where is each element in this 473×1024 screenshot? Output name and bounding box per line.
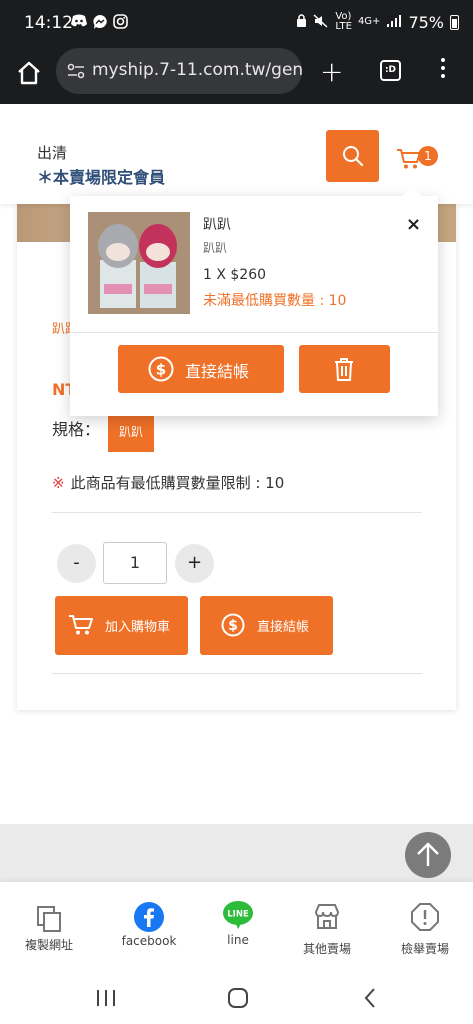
site-settings-icon[interactable] xyxy=(66,61,86,81)
cart-item-spec: 趴趴 xyxy=(203,241,228,255)
url-text[interactable]: myship.7-11.com.tw/gene xyxy=(92,60,302,80)
messenger-icon xyxy=(92,14,108,34)
status-right: Vo) LTE 4G+ 75% xyxy=(296,12,459,32)
home-icon xyxy=(18,61,40,85)
close-icon[interactable]: × xyxy=(406,214,421,235)
facebook-icon xyxy=(134,902,164,932)
note-star: ※ xyxy=(52,474,65,492)
dollar-icon: $ xyxy=(148,356,174,382)
add-to-cart-label: 加入購物車 xyxy=(105,620,171,635)
signal-icon xyxy=(386,13,402,32)
store-icon xyxy=(314,904,340,929)
discord-icon xyxy=(70,14,88,32)
new-tab-button[interactable]: + xyxy=(320,55,343,88)
cart-count-badge: 1 xyxy=(418,146,438,166)
cart-item-qty-price: 1 X $260 xyxy=(203,267,267,283)
nav-other-stores[interactable]: 其他賣場 xyxy=(280,882,374,966)
search-button[interactable] xyxy=(326,130,379,182)
back-to-top-button[interactable] xyxy=(405,832,451,878)
search-icon xyxy=(343,146,364,167)
battery-icon xyxy=(450,14,459,30)
spec-option-chip[interactable]: 趴趴 xyxy=(108,412,154,452)
report-icon xyxy=(411,903,439,931)
browser-menu-button[interactable] xyxy=(440,58,446,82)
note-text: 此商品有最低購買數量限制 : 10 xyxy=(70,474,285,492)
nav-label: 檢舉賣場 xyxy=(400,942,449,956)
popup-divider xyxy=(70,332,438,333)
spec-label: 規格： xyxy=(52,420,101,439)
system-nav-bar xyxy=(0,966,473,1024)
cart-item-thumbnail xyxy=(88,212,190,314)
home-button[interactable] xyxy=(15,59,43,87)
quantity-increase-button[interactable]: + xyxy=(175,544,214,583)
network-indicator: 4G+ xyxy=(357,16,381,27)
cart-item-name: 趴趴 xyxy=(203,217,231,233)
line-icon: LINE xyxy=(223,901,253,929)
divider xyxy=(52,512,422,513)
popup-checkout-label: 直接結帳 xyxy=(185,362,250,381)
cart-popup: 趴趴 趴趴 1 X $260 未滿最低購買數量 : 10 × $ 直接結帳 xyxy=(70,196,438,416)
tab-switcher-button[interactable]: :D xyxy=(380,60,401,81)
arrow-up-icon xyxy=(417,842,439,866)
nav-line[interactable]: LINE line xyxy=(191,882,285,966)
recent-apps-icon[interactable] xyxy=(95,988,117,1008)
nav-facebook[interactable]: facebook xyxy=(102,882,196,966)
nav-label: 複製網址 xyxy=(24,938,73,952)
svg-text:LINE: LINE xyxy=(227,910,249,920)
battery-percent: 75% xyxy=(408,12,444,32)
quantity-input[interactable]: 1 xyxy=(103,542,167,584)
status-bar: 14:12 Vo) LTE 4G+ 75% xyxy=(0,0,473,46)
volte-indicator: Vo) LTE xyxy=(335,11,352,32)
dollar-icon: $ xyxy=(221,613,245,637)
quantity-decrease-button[interactable]: - xyxy=(57,544,96,583)
checkout-label: 直接結帳 xyxy=(257,620,310,635)
home-icon[interactable] xyxy=(226,986,250,1010)
bottom-site-nav: 複製網址 facebook LINE line 其他賣場 檢舉賣場 xyxy=(0,882,473,966)
status-time: 14:12 xyxy=(24,13,73,33)
nav-label: 其他賣場 xyxy=(302,942,351,956)
copy-icon xyxy=(37,906,61,932)
nav-label: line xyxy=(227,933,249,947)
add-to-cart-button[interactable]: 加入購物車 xyxy=(55,596,188,655)
cart-min-warning: 未滿最低購買數量 : 10 xyxy=(203,293,347,309)
checkout-button[interactable]: $ 直接結帳 xyxy=(200,596,333,655)
trash-icon xyxy=(335,358,353,381)
instagram-icon xyxy=(113,14,128,33)
store-name: 出清 xyxy=(37,144,68,162)
divider xyxy=(52,673,422,674)
popup-checkout-button[interactable]: $ 直接結帳 xyxy=(118,345,284,393)
svg-text:$: $ xyxy=(228,618,238,634)
footer-band xyxy=(0,824,473,882)
min-quantity-note: ※ 此商品有最低購買數量限制 : 10 xyxy=(52,472,284,493)
popup-arrow xyxy=(402,186,422,196)
back-icon[interactable] xyxy=(362,986,378,1010)
browser-toolbar: myship.7-11.com.tw/gene + :D xyxy=(0,46,473,104)
nav-copy-url[interactable]: 複製網址 xyxy=(2,882,96,966)
url-bar[interactable]: myship.7-11.com.tw/gene xyxy=(56,48,302,94)
svg-text:$: $ xyxy=(156,361,166,379)
mute-icon xyxy=(313,13,329,32)
store-note: ＊本賣場限定會員 xyxy=(37,168,166,187)
cart-icon xyxy=(69,615,93,635)
lock-icon xyxy=(296,13,307,32)
nav-label: facebook xyxy=(121,934,177,948)
nav-report-store[interactable]: 檢舉賣場 xyxy=(378,882,472,966)
remove-item-button[interactable] xyxy=(299,345,390,393)
